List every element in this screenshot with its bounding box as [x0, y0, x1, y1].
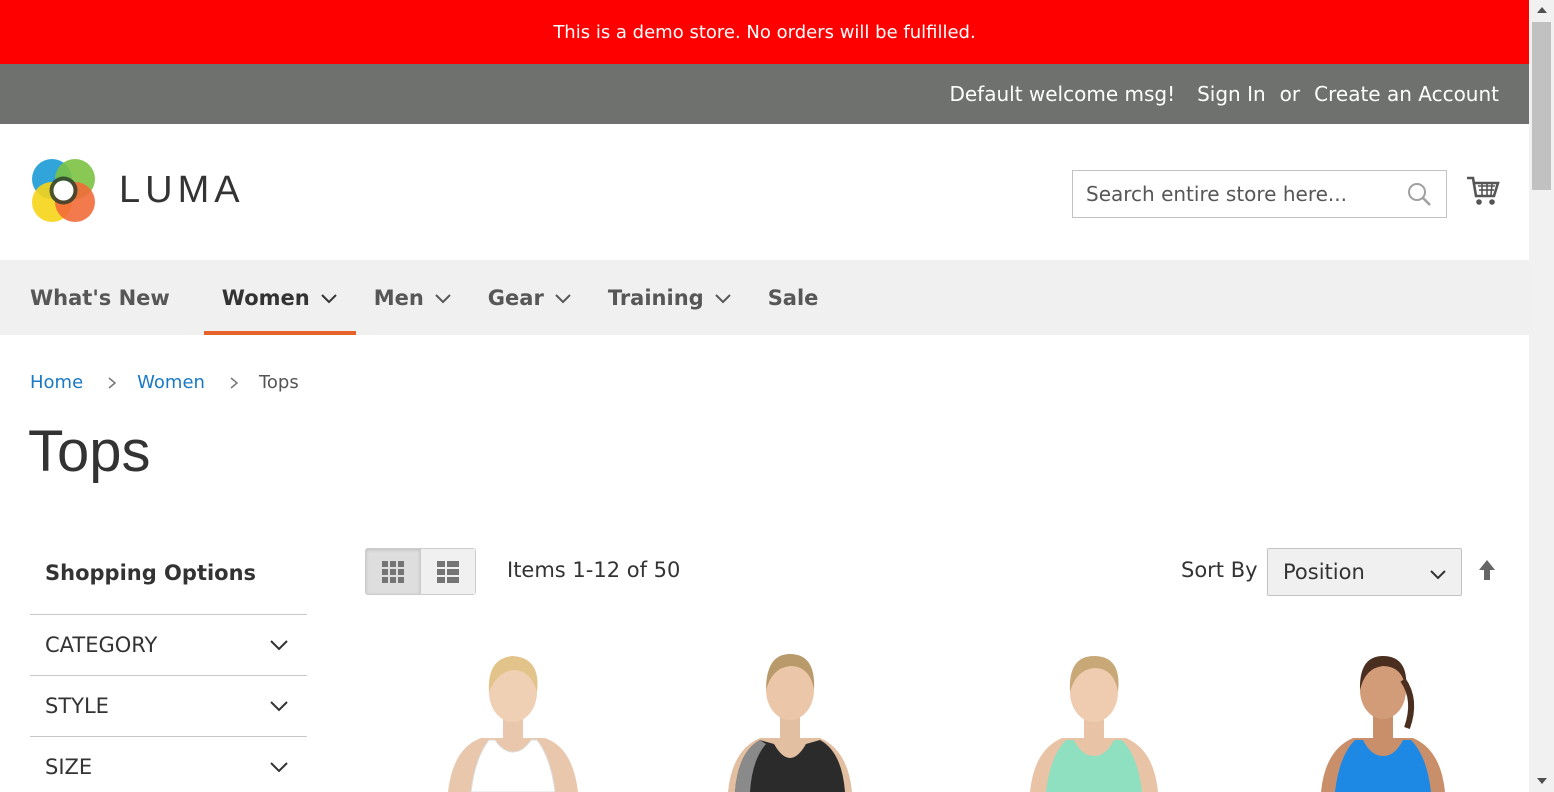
- shopping-options-sidebar: Shopping Options CATEGORY STYLE SIZE: [30, 548, 307, 792]
- sort-by-value: Position: [1283, 560, 1365, 584]
- chevron-down-icon: [435, 293, 451, 303]
- chevron-right-icon: [108, 376, 117, 389]
- chevron-down-icon: [1430, 570, 1446, 580]
- search-icon[interactable]: [1406, 181, 1432, 207]
- nav-item-label: Women: [221, 285, 310, 310]
- view-mode-switcher: [365, 548, 476, 595]
- nav-item-label: Sale: [767, 285, 819, 310]
- chevron-down-icon: [320, 293, 337, 303]
- cart-icon[interactable]: [1466, 174, 1500, 208]
- product-image: [1321, 656, 1445, 792]
- product-image: [448, 656, 578, 792]
- product-image: [1030, 656, 1158, 792]
- nav-item-training[interactable]: Training: [590, 260, 750, 335]
- breadcrumb-home[interactable]: Home: [30, 372, 83, 393]
- sort-by-label: Sort By: [1181, 558, 1258, 582]
- product-item[interactable]: [690, 640, 890, 792]
- nav-item-women[interactable]: Women: [203, 260, 356, 335]
- chevron-down-icon: [270, 762, 288, 773]
- filter-label: CATEGORY: [45, 633, 158, 657]
- create-account-link[interactable]: Create an Account: [1314, 82, 1499, 106]
- nav-item-label: Gear: [487, 285, 544, 310]
- header-links: Default welcome msg! Sign In or Create a…: [949, 64, 1499, 124]
- welcome-message: Default welcome msg!: [949, 82, 1176, 106]
- nav-item-label: What's New: [30, 285, 170, 310]
- toolbar-amount: Items 1-12 of 50: [507, 558, 681, 582]
- search-input[interactable]: [1073, 171, 1393, 217]
- sort-by-select[interactable]: Position: [1267, 548, 1462, 596]
- luma-logo-icon: [30, 157, 97, 224]
- nav-item-gear[interactable]: Gear: [470, 260, 590, 335]
- product-item[interactable]: [413, 640, 613, 792]
- filter-category[interactable]: CATEGORY: [30, 614, 307, 675]
- product-image: [728, 654, 852, 792]
- filter-size[interactable]: SIZE: [30, 736, 307, 792]
- scroll-up-arrow-icon[interactable]: [1537, 7, 1547, 13]
- demo-store-notice: This is a demo store. No orders will be …: [0, 0, 1529, 64]
- chevron-down-icon: [270, 640, 288, 651]
- nav-item-whats-new[interactable]: What's New: [12, 260, 204, 335]
- nav-item-men[interactable]: Men: [356, 260, 470, 335]
- demo-notice-text: This is a demo store. No orders will be …: [553, 21, 976, 43]
- filter-label: STYLE: [45, 694, 109, 718]
- filter-style[interactable]: STYLE: [30, 675, 307, 736]
- main-navigation: What's New Women Men Gear Training Sale: [0, 260, 1529, 335]
- list-icon: [436, 560, 459, 583]
- chevron-down-icon: [714, 293, 731, 303]
- sign-in-link[interactable]: Sign In: [1197, 82, 1266, 106]
- shopping-options-title: Shopping Options: [45, 561, 257, 585]
- grid-view-button[interactable]: [366, 549, 421, 594]
- page-scrollbar[interactable]: [1529, 0, 1554, 792]
- header-panel: Default welcome msg! Sign In or Create a…: [0, 64, 1529, 124]
- logo[interactable]: LUMA: [30, 157, 245, 224]
- scrollbar-thumb[interactable]: [1532, 22, 1551, 190]
- nav-item-sale[interactable]: Sale: [750, 260, 837, 335]
- or-text: or: [1279, 82, 1301, 106]
- breadcrumb: Home Women Tops: [30, 372, 299, 393]
- nav-item-label: Training: [607, 285, 704, 310]
- product-item[interactable]: [994, 640, 1194, 792]
- nav-item-label: Men: [373, 285, 424, 310]
- breadcrumb-current: Tops: [258, 372, 299, 393]
- breadcrumb-women[interactable]: Women: [137, 372, 205, 393]
- product-item[interactable]: [1283, 640, 1483, 792]
- chevron-down-icon: [270, 701, 288, 712]
- list-view-button[interactable]: [420, 549, 475, 594]
- scroll-down-arrow-icon[interactable]: [1537, 778, 1547, 784]
- chevron-right-icon: [230, 376, 239, 389]
- page-title: Tops: [28, 419, 151, 484]
- search-box: [1072, 170, 1447, 218]
- grid-icon: [381, 560, 404, 583]
- sort-direction-arrow-icon[interactable]: [1477, 558, 1497, 582]
- filter-label: SIZE: [45, 755, 93, 779]
- page-header: LUMA: [0, 124, 1529, 260]
- chevron-down-icon: [555, 293, 571, 303]
- logo-text: LUMA: [119, 169, 245, 211]
